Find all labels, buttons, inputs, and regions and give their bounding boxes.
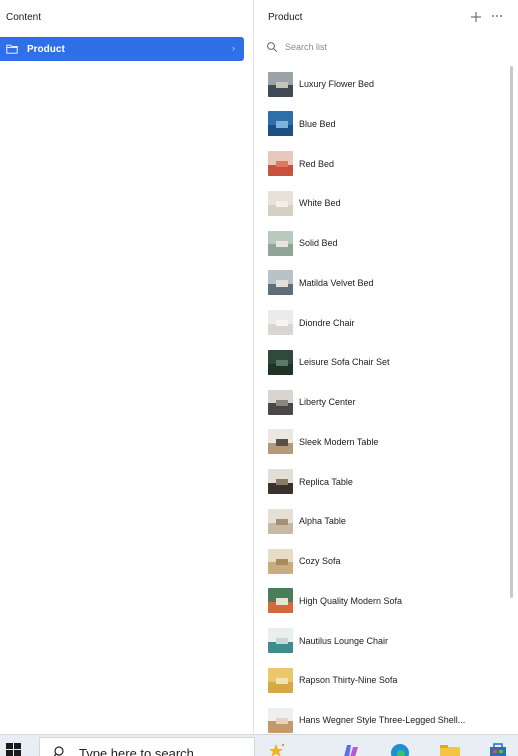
copilot-icon[interactable] — [266, 741, 286, 756]
product-name: Solid Bed — [299, 238, 338, 248]
chat-app-icon[interactable] — [341, 741, 361, 756]
nav-item-product[interactable]: Product › — [0, 37, 244, 61]
product-thumbnail — [268, 707, 293, 733]
product-name: Sleek Modern Table — [299, 436, 379, 447]
list-item[interactable]: High Quality Modern Sofa — [254, 581, 512, 621]
windows-start-icon[interactable] — [6, 743, 22, 756]
search-icon — [267, 42, 278, 53]
list-item[interactable]: Red Bed — [254, 144, 512, 184]
product-thumbnail — [268, 310, 293, 335]
product-name: White Bed — [299, 198, 341, 209]
list-item[interactable]: Luxury Flower Bed — [254, 64, 512, 104]
product-thumbnail — [268, 469, 293, 494]
product-thumbnail — [268, 588, 293, 614]
product-thumbnail — [268, 151, 293, 176]
folder-icon — [6, 44, 18, 54]
store-icon[interactable] — [488, 741, 508, 756]
product-name: Matilda Velvet Bed — [299, 277, 374, 288]
product-name: Alpha Table — [299, 516, 346, 527]
product-pane-title: Product — [268, 12, 303, 23]
product-name: Nautilus Lounge Chair — [299, 635, 389, 646]
list-item[interactable]: Cozy Sofa — [254, 541, 512, 581]
plus-icon[interactable] — [469, 9, 483, 25]
product-name: Cozy Sofa — [299, 556, 341, 566]
product-thumbnail — [268, 429, 293, 455]
list-item[interactable]: Liberty Center — [254, 382, 512, 422]
product-thumbnail — [268, 270, 293, 296]
list-item[interactable]: Solid Bed — [254, 223, 512, 263]
product-thumbnail — [268, 548, 293, 574]
list-item[interactable]: Replica Table — [254, 462, 512, 502]
content-pane-title: Content — [6, 12, 42, 23]
list-item[interactable]: Blue Bed — [254, 104, 512, 144]
product-thumbnail — [268, 71, 293, 97]
content-pane: Content Product › — [0, 0, 254, 734]
product-thumbnail — [268, 190, 293, 216]
list-item[interactable]: Sleek Modern Table — [254, 422, 512, 462]
search-input[interactable] — [285, 42, 485, 52]
list-item[interactable]: White Bed — [254, 183, 512, 223]
scrollbar[interactable] — [510, 66, 513, 598]
product-name: Liberty Center — [299, 397, 356, 407]
taskbar: Type here to search — [0, 734, 518, 756]
product-name: Hans Wegner Style Three-Legged Shell... — [299, 715, 466, 725]
product-thumbnail — [268, 508, 293, 534]
list-item[interactable]: Rapson Thirty-Nine Sofa — [254, 660, 512, 700]
taskbar-search-text: Type here to search — [79, 746, 194, 756]
product-name: Blue Bed — [299, 118, 336, 129]
product-name: Luxury Flower Bed — [299, 79, 375, 89]
list-item[interactable]: Alpha Table — [254, 501, 512, 541]
search-icon — [54, 746, 64, 756]
product-name: High Quality Modern Sofa — [299, 595, 403, 606]
search-box — [266, 38, 506, 56]
ellipsis-icon[interactable] — [490, 8, 504, 24]
product-name: Red Bed — [299, 158, 335, 169]
edge-icon[interactable] — [390, 741, 410, 756]
list-item[interactable]: Nautilus Lounge Chair — [254, 621, 512, 661]
taskbar-search-box[interactable]: Type here to search — [39, 737, 255, 756]
list-item[interactable]: Matilda Velvet Bed — [254, 263, 512, 303]
product-thumbnail — [268, 389, 293, 415]
product-thumbnail — [268, 230, 293, 256]
product-name: Leisure Sofa Chair Set — [299, 357, 390, 368]
product-thumbnail — [268, 111, 293, 137]
file-explorer-icon[interactable] — [440, 741, 460, 756]
product-thumbnail — [268, 349, 293, 375]
chevron-right-icon: › — [232, 43, 235, 53]
product-name: Replica Table — [299, 476, 353, 487]
product-list-pane: Product Luxury Flower Bed Blue Bed Red Bed… — [254, 0, 518, 734]
nav-item-label: Product — [27, 43, 65, 55]
product-name: Diondre Chair — [299, 317, 355, 328]
list-item[interactable]: Diondre Chair — [254, 303, 512, 343]
list-item[interactable]: Leisure Sofa Chair Set — [254, 342, 512, 382]
product-name: Rapson Thirty-Nine Sofa — [299, 675, 398, 686]
product-thumbnail — [268, 628, 293, 653]
product-thumbnail — [268, 667, 293, 693]
